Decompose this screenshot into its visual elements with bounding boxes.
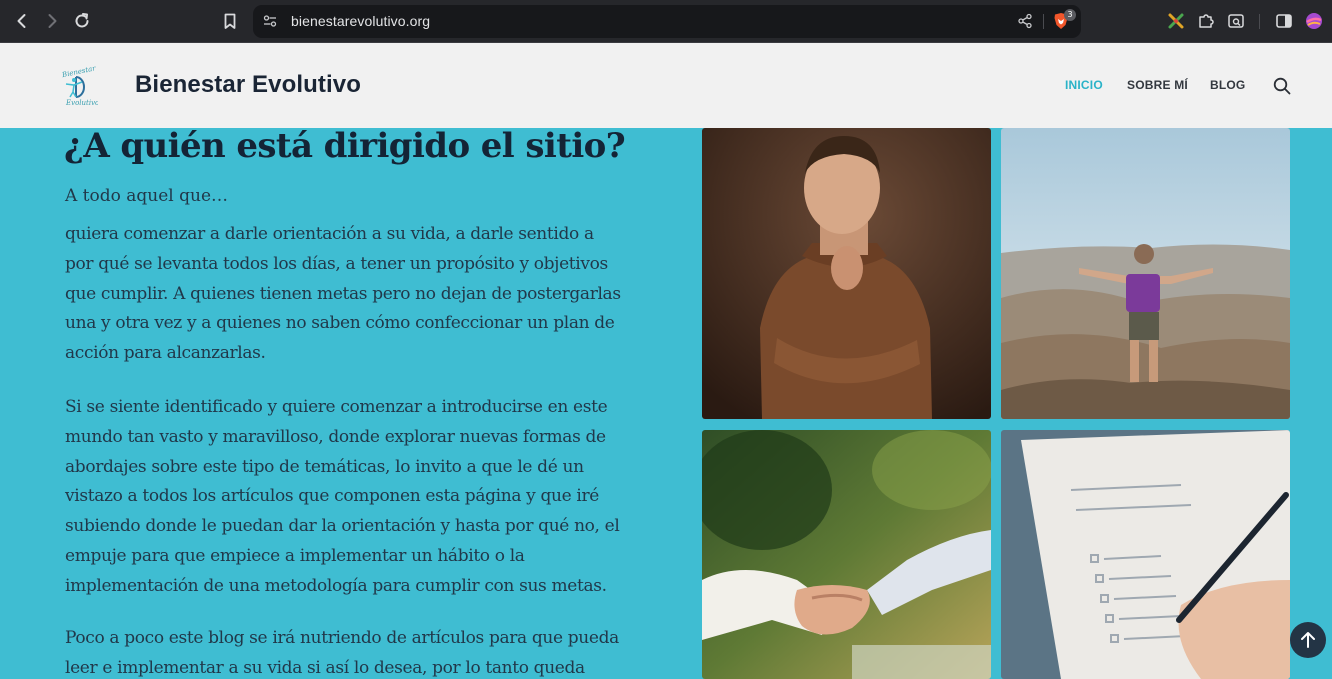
paragraph-1: quiera comenzar a darle orientación a su… [65, 220, 665, 369]
paragraph-2: Si se siente identificado y quiere comen… [65, 393, 665, 602]
image-handshake [702, 430, 991, 679]
site-header: Bienestar Evolutivo Bienestar Evolutivo … [0, 43, 1332, 128]
back-icon[interactable] [12, 11, 32, 31]
paragraph-line: empuje para que empiece a implementar un… [65, 545, 525, 566]
paragraph-line: acción para alcanzarlas. [65, 343, 266, 364]
paragraph-line: mundo tan vasto y maravilloso, donde exp… [65, 426, 606, 447]
image-notebook-checklist [1001, 430, 1290, 679]
intro-text: A todo aquel que… [65, 186, 229, 206]
image-portrait-man [702, 128, 991, 419]
search-icon[interactable] [1273, 77, 1291, 95]
paragraph-line: por qué se levanta todos los días, a ten… [65, 253, 608, 274]
logo-text-bottom: Evolutivo [65, 99, 98, 107]
address-bar[interactable]: bienestarevolutivo.org 3 [253, 5, 1081, 38]
paragraph-line: subiendo donde le puedan dar la orientac… [65, 516, 620, 537]
scroll-to-top-button[interactable] [1290, 622, 1326, 658]
paragraph-3: Poco a poco este blog se irá nutriendo d… [65, 624, 665, 679]
toolbar-separator [1259, 14, 1260, 29]
forward-icon[interactable] [42, 11, 62, 31]
paragraph-line: vistazo a todos los artículos que compon… [65, 486, 599, 507]
arrow-up-icon [1301, 632, 1315, 648]
section-heading: ¿A quién está dirigido el sitio? [64, 126, 626, 166]
shield-count-badge: 3 [1064, 9, 1076, 21]
browser-toolbar: bienestarevolutivo.org 3 [0, 0, 1332, 43]
paragraph-line: implementación de una metodología para c… [65, 575, 607, 596]
site-logo[interactable]: Bienestar Evolutivo [58, 65, 98, 107]
paragraph-line: Si se siente identificado y quiere comen… [65, 397, 608, 417]
nav-item-sobre-mi[interactable]: SOBRE MÍ [1127, 78, 1188, 92]
paragraph-line: una y otra vez y a quienes no saben cómo… [65, 313, 615, 334]
paragraph-line: leer e implementar a su vida si así lo d… [65, 657, 585, 678]
bookmark-icon[interactable] [220, 11, 240, 31]
site-title[interactable]: Bienestar Evolutivo [135, 71, 361, 99]
url-separator [1043, 14, 1044, 29]
profile-icon[interactable] [1305, 12, 1323, 30]
paragraph-line: que cumplir. A quienes tienen metas pero… [65, 283, 621, 304]
site-settings-icon[interactable] [263, 14, 277, 28]
sidebar-icon[interactable] [1275, 12, 1293, 30]
reader-icon[interactable] [1227, 12, 1245, 30]
paragraph-line: Poco a poco este blog se irá nutriendo d… [65, 628, 619, 648]
nav-item-blog[interactable]: BLOG [1210, 78, 1245, 92]
nav-item-inicio[interactable]: INICIO [1065, 78, 1103, 92]
share-icon[interactable] [1017, 13, 1033, 29]
reload-icon[interactable] [72, 11, 92, 31]
image-mountain-hiker [1001, 128, 1290, 419]
extension-icon[interactable] [1167, 12, 1185, 30]
url-text[interactable]: bienestarevolutivo.org [291, 13, 430, 29]
paragraph-line: quiera comenzar a darle orientación a su… [65, 224, 594, 244]
paragraph-line: abordajes sobre este tipo de temáticas, … [65, 456, 584, 477]
puzzle-icon[interactable] [1197, 12, 1215, 30]
